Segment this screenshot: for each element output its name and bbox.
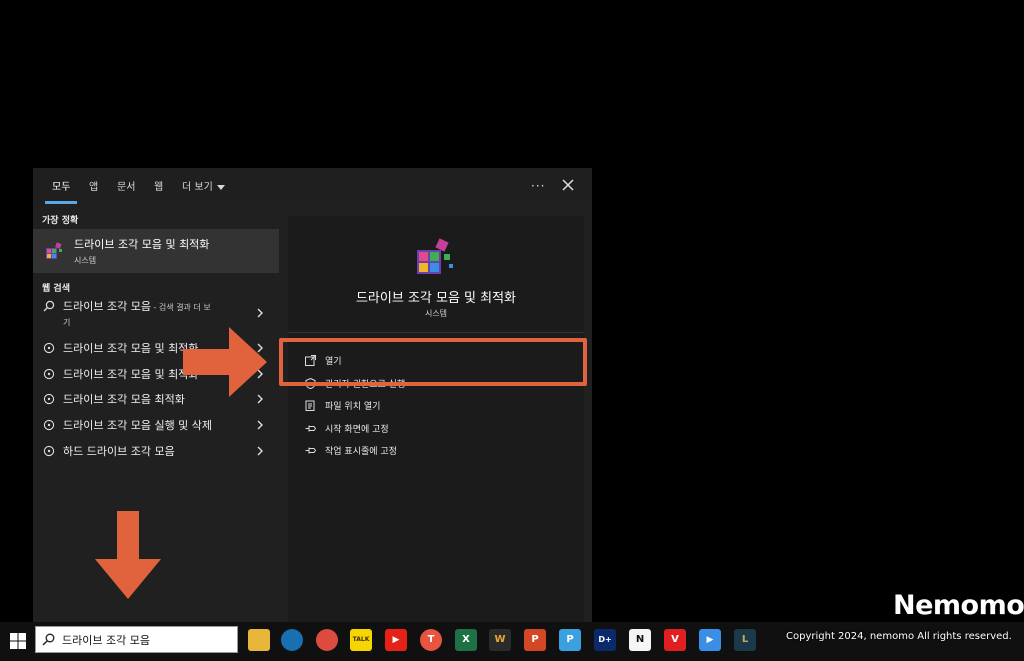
excel-icon[interactable]: X <box>455 629 477 651</box>
web-bubble-icon <box>43 393 55 405</box>
pin-to-taskbar-action[interactable]: 작업 표시줄에 고정 <box>305 442 505 460</box>
tab-all[interactable]: 모두 <box>52 181 70 195</box>
filter-tabs: 모두 앱 문서 웹 더 보기 ··· <box>33 168 592 206</box>
arrow-down-icon <box>95 511 161 599</box>
chrome-icon[interactable] <box>316 629 338 651</box>
web-search-text: 드라이브 조각 모음 <box>63 300 151 313</box>
tab-apps[interactable]: 앱 <box>89 181 98 195</box>
best-match-title: 드라이브 조각 모음 및 최적화 <box>74 238 210 251</box>
caret-down-icon <box>216 184 225 190</box>
disney-plus-icon[interactable]: D+ <box>594 629 616 651</box>
pin-to-start-label: 시작 화면에 고정 <box>325 425 389 435</box>
best-match-heading: 가장 정확 <box>42 216 79 226</box>
defrag-app-icon <box>46 242 62 259</box>
app-red-circle-icon[interactable]: T <box>420 629 442 651</box>
tab-more-label: 더 보기 <box>182 182 213 193</box>
web-suggestion-item[interactable]: 드라이브 조각 모음 실행 및 삭제 <box>33 414 279 438</box>
tab-more[interactable]: 더 보기 <box>182 181 225 195</box>
web-search-heading: 웹 검색 <box>42 284 70 294</box>
best-match-subtitle: 시스템 <box>74 256 97 265</box>
web-search-item[interactable]: 드라이브 조각 모음 - 검색 결과 더 보 기 <box>33 295 279 331</box>
divider <box>288 332 584 333</box>
web-bubble-icon <box>43 368 55 380</box>
folder-icon <box>305 400 315 411</box>
play-store-icon[interactable]: ▶ <box>699 629 721 651</box>
youtube-icon[interactable]: ▶ <box>385 629 407 651</box>
defrag-app-icon <box>417 238 453 274</box>
pin-icon <box>305 425 316 432</box>
search-icon <box>42 633 55 646</box>
powerpoint-icon[interactable]: P <box>524 629 546 651</box>
kakaotalk-icon[interactable]: TALK <box>350 629 372 651</box>
chevron-right-icon <box>257 308 263 318</box>
app-phone-icon[interactable]: P <box>559 629 581 651</box>
open-file-location-action[interactable]: 파일 위치 열기 <box>305 397 505 415</box>
windows-start-icon[interactable] <box>9 632 27 650</box>
app-stripes-icon[interactable]: W <box>489 629 511 651</box>
best-match-item[interactable]: 드라이브 조각 모음 및 최적화 시스템 <box>33 229 279 273</box>
watermark-logo: Nemomo <box>893 590 1024 621</box>
pin-icon <box>305 447 316 454</box>
web-suggestion-text: 드라이브 조각 모음 실행 및 삭제 <box>63 419 213 432</box>
league-icon[interactable]: L <box>734 629 756 651</box>
chevron-right-icon <box>257 446 263 456</box>
app-subtitle: 시스템 <box>424 309 448 318</box>
web-suggestion-text: 드라이브 조각 모음 및 최적화 <box>63 368 199 381</box>
chevron-right-icon <box>257 420 263 430</box>
close-icon[interactable] <box>560 177 576 193</box>
web-suggestion-text: 드라이브 조각 모음 최적화 <box>63 393 185 406</box>
web-search-suffix: - 검색 결과 더 보 <box>150 303 211 312</box>
copyright-text: Copyright 2024, nemomo All rights reserv… <box>786 631 1012 642</box>
more-options-button[interactable]: ··· <box>531 179 545 193</box>
highlight-open-box <box>279 338 587 386</box>
web-bubble-icon <box>43 445 55 457</box>
pin-to-start-action[interactable]: 시작 화면에 고정 <box>305 420 505 438</box>
taskbar-search-box[interactable] <box>35 626 238 653</box>
open-file-location-label: 파일 위치 열기 <box>325 402 381 412</box>
web-suggestion-text: 하드 드라이브 조각 모음 <box>63 445 175 458</box>
web-suggestion-item[interactable]: 하드 드라이브 조각 모음 <box>33 440 279 464</box>
web-search-suffix-line2: 기 <box>63 318 71 327</box>
notion-icon[interactable]: N <box>629 629 651 651</box>
file-explorer-icon[interactable] <box>248 629 270 651</box>
app-v-icon[interactable]: V <box>664 629 686 651</box>
search-icon <box>43 300 55 312</box>
pin-to-taskbar-label: 작업 표시줄에 고정 <box>325 447 397 457</box>
web-bubble-icon <box>43 342 55 354</box>
active-tab-indicator <box>45 201 77 204</box>
tab-web[interactable]: 웹 <box>154 181 163 195</box>
search-input[interactable] <box>62 630 232 649</box>
tab-documents[interactable]: 문서 <box>117 181 135 195</box>
arrow-right-icon <box>183 327 267 397</box>
app-title: 드라이브 조각 모음 및 최적화 <box>355 291 517 306</box>
app-detail-pane: 드라이브 조각 모음 및 최적화 시스템 열기 관리자 권한으로 실행 파일 위… <box>288 216 584 625</box>
web-bubble-icon <box>43 419 55 431</box>
web-suggestion-text: 드라이브 조각 모음 및 최적화 <box>63 342 199 355</box>
edge-icon[interactable] <box>281 629 303 651</box>
